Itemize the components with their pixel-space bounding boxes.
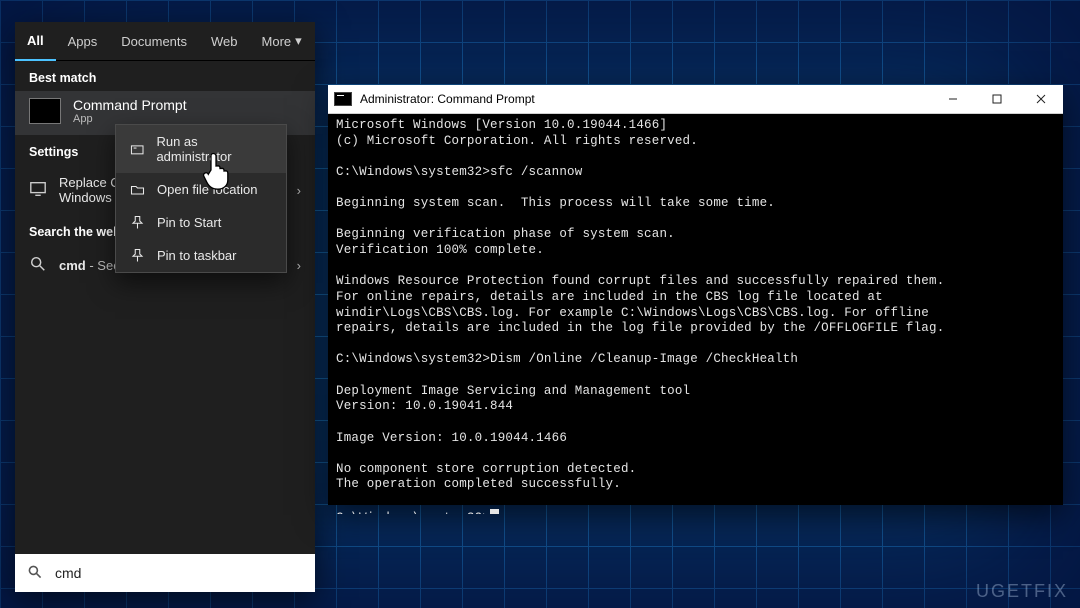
minimize-button[interactable]: [931, 85, 975, 113]
ctx-pin-taskbar[interactable]: Pin to taskbar: [116, 239, 286, 272]
maximize-button[interactable]: [975, 85, 1019, 113]
tab-documents[interactable]: Documents: [109, 22, 199, 60]
ctx-label: Open file location: [157, 182, 257, 197]
pin-icon: [130, 248, 145, 263]
context-menu: Run as administrator Open file location …: [115, 124, 287, 273]
pin-icon: [130, 215, 145, 230]
windows-search-panel: All Apps Documents Web More ▾ Best match…: [15, 22, 315, 592]
cmd-prompt-icon: [29, 98, 61, 124]
more-label: More: [262, 34, 292, 49]
tab-apps[interactable]: Apps: [56, 22, 110, 60]
ctx-run-as-admin[interactable]: Run as administrator: [116, 125, 286, 173]
folder-icon: [130, 182, 145, 197]
chevron-right-icon: ›: [297, 258, 301, 273]
search-icon: [27, 564, 43, 583]
search-icon: [29, 255, 47, 276]
ctx-open-location[interactable]: Open file location: [116, 173, 286, 206]
best-match-text: Command Prompt App: [73, 97, 187, 125]
settings-item-label: Replace C Windows: [59, 175, 120, 205]
window-title: Administrator: Command Prompt: [360, 92, 535, 106]
best-match-title: Command Prompt: [73, 97, 187, 113]
ctx-label: Pin to Start: [157, 215, 221, 230]
monitor-icon: [29, 180, 47, 201]
ctx-pin-start[interactable]: Pin to Start: [116, 206, 286, 239]
search-input-container: [15, 554, 315, 592]
tab-more[interactable]: More ▾: [250, 33, 314, 49]
admin-shield-icon: [130, 142, 144, 157]
ctx-label: Run as administrator: [156, 134, 272, 164]
search-input[interactable]: [53, 564, 303, 582]
ctx-label: Pin to taskbar: [157, 248, 237, 263]
settings-item-line1: Replace C: [59, 175, 120, 190]
cmd-window-icon: [334, 92, 352, 106]
web-result-query: cmd: [59, 258, 86, 273]
titlebar[interactable]: Administrator: Command Prompt: [328, 85, 1063, 114]
window-controls: [931, 85, 1063, 113]
tab-web[interactable]: Web: [199, 22, 250, 60]
settings-item-line2: Windows: [59, 190, 120, 205]
tab-all[interactable]: All: [15, 21, 56, 61]
cmd-window: Administrator: Command Prompt Microsoft …: [328, 85, 1063, 505]
terminal-output[interactable]: Microsoft Windows [Version 10.0.19044.14…: [328, 114, 1063, 514]
close-button[interactable]: [1019, 85, 1063, 113]
watermark: UGETFIX: [976, 581, 1068, 602]
chevron-down-icon: ▾: [295, 33, 302, 49]
search-tabs: All Apps Documents Web More ▾: [15, 22, 315, 61]
best-match-header: Best match: [15, 61, 315, 91]
chevron-right-icon: ›: [297, 183, 301, 198]
terminal-cursor: [490, 509, 499, 514]
